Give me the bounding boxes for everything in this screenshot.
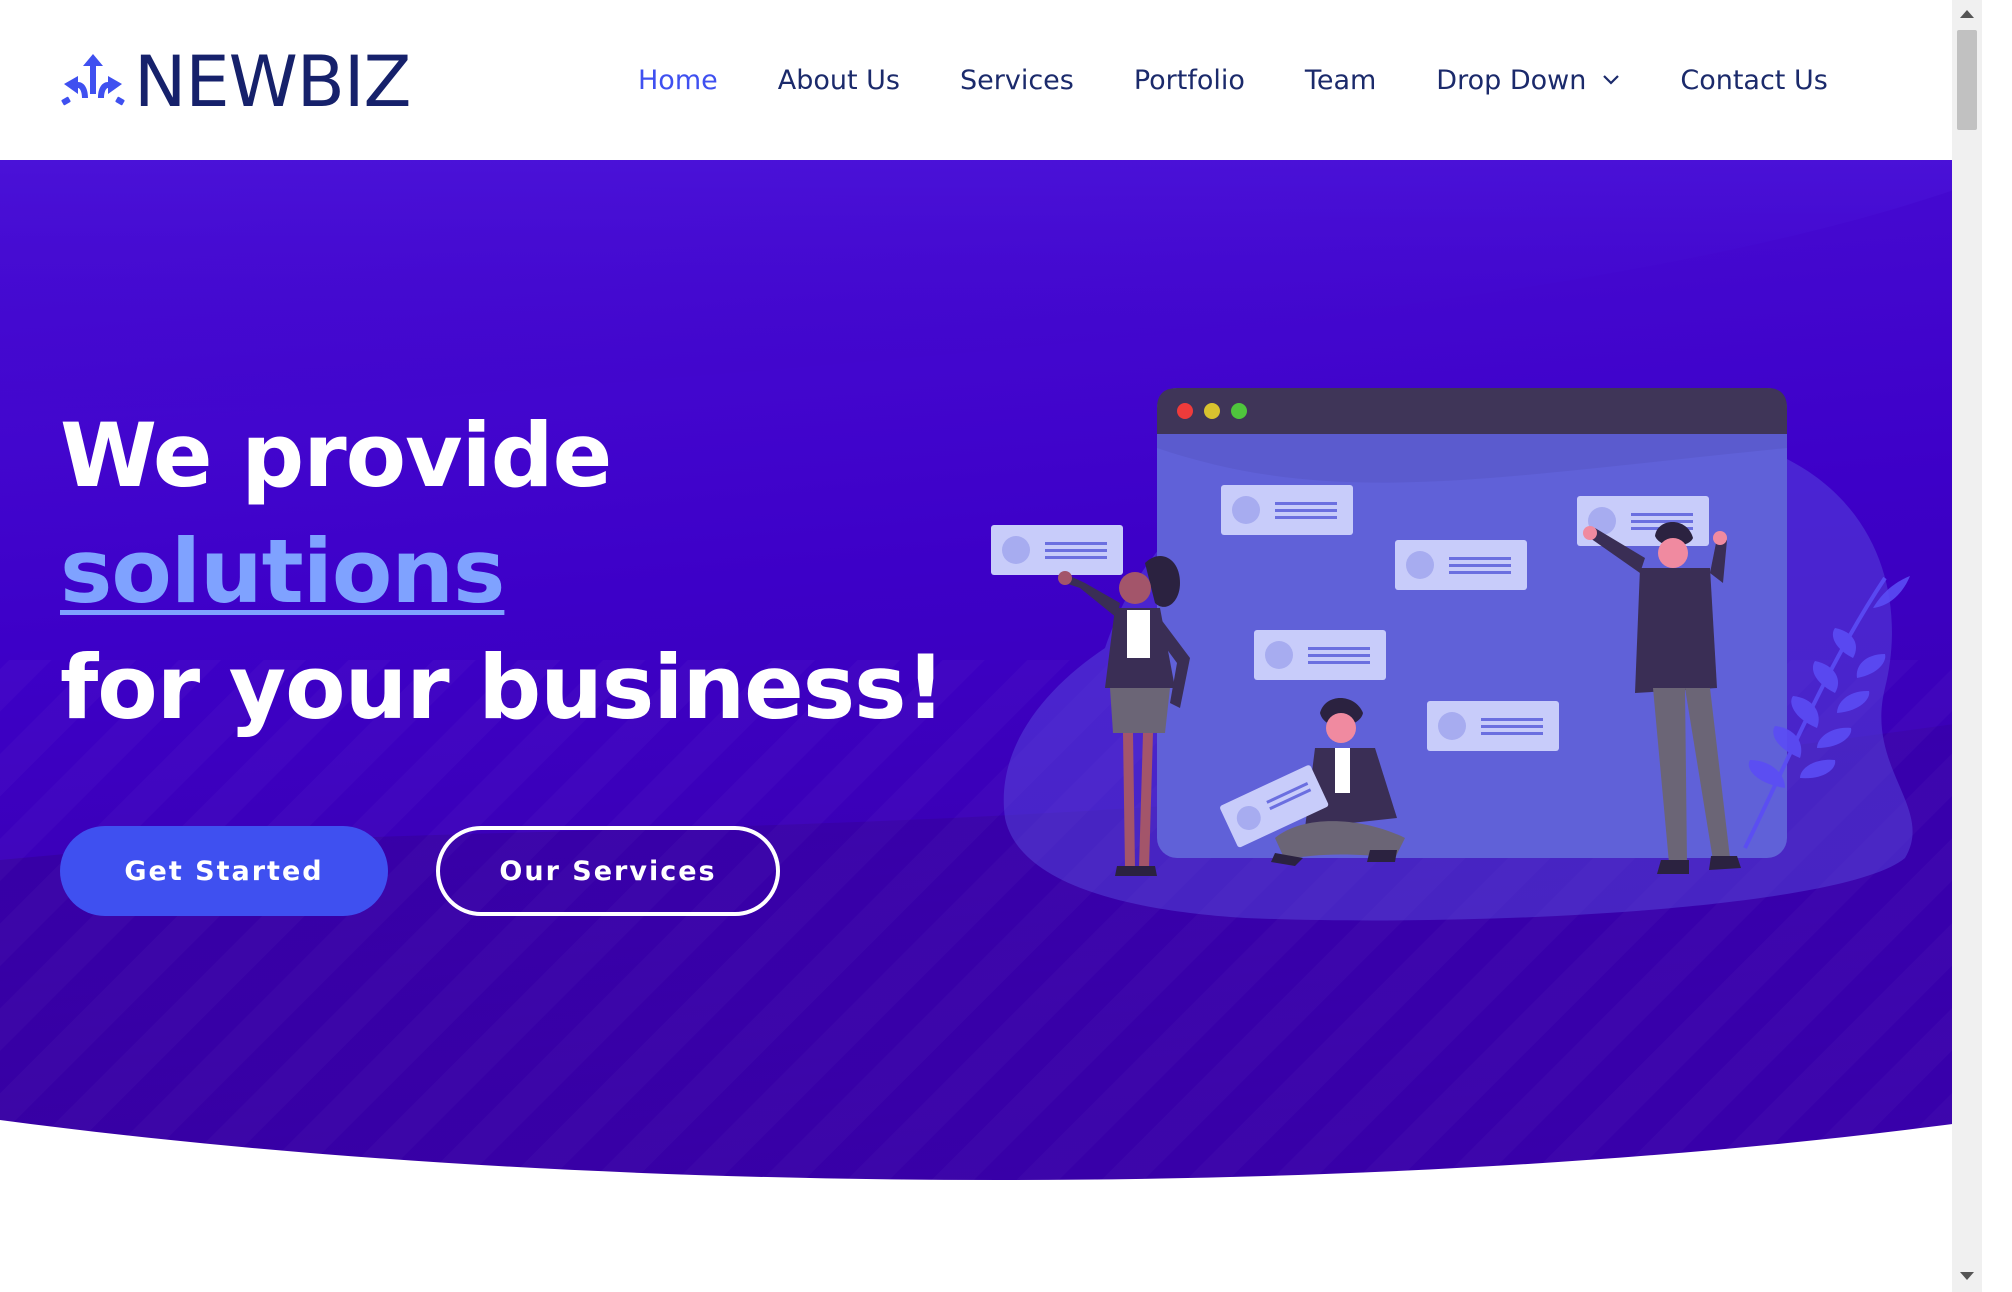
logo[interactable]: NEWBIZ [60, 41, 411, 123]
page: NEWBIZ Home About Us Services Portfolio … [0, 0, 1982, 1292]
site-header: NEWBIZ Home About Us Services Portfolio … [0, 0, 1982, 160]
headline-accent-word: solutions [60, 520, 505, 623]
scroll-thumb[interactable] [1957, 30, 1977, 130]
our-services-button[interactable]: Our Services [436, 826, 780, 916]
nav-item-services[interactable]: Services [960, 55, 1074, 105]
profile-card [1427, 701, 1559, 751]
nav-label: Team [1304, 64, 1377, 96]
chevron-down-icon [1603, 75, 1620, 85]
nav-item-home[interactable]: Home [638, 55, 718, 105]
nav-item-team[interactable]: Team [1305, 55, 1376, 105]
nav-item-drop-down[interactable]: Drop Down [1436, 55, 1620, 105]
nav-item-contact-us[interactable]: Contact Us [1680, 55, 1827, 105]
headline-line-1: We provide [60, 404, 612, 507]
scroll-down-arrow-icon[interactable] [1960, 1272, 1974, 1280]
window-dot-red [1177, 403, 1193, 419]
brand-name: NEWBIZ [134, 41, 411, 123]
arrows-split-icon [61, 54, 125, 106]
nav-label: Drop Down [1436, 64, 1587, 96]
nav-label: Contact Us [1680, 64, 1828, 96]
hero-headline: We provide solutions for your business! [60, 398, 946, 746]
page-scrollbar[interactable] [1952, 0, 1982, 1292]
nav-label: Portfolio [1133, 64, 1245, 96]
profile-card [991, 525, 1123, 575]
get-started-button[interactable]: Get Started [60, 826, 388, 916]
scroll-up-arrow-icon[interactable] [1960, 10, 1974, 18]
hero-illustration [991, 388, 1913, 921]
nav-item-portfolio[interactable]: Portfolio [1134, 55, 1245, 105]
profile-card [1395, 540, 1527, 590]
profile-card [1254, 630, 1386, 680]
nav-label: Home [638, 64, 718, 96]
nav-label: Services [959, 64, 1074, 96]
hero-section: We provide solutions for your business! … [0, 160, 1982, 1200]
nav-label: About Us [777, 64, 900, 96]
window-dot-green [1231, 403, 1247, 419]
window-dot-yellow [1204, 403, 1220, 419]
nav-item-about-us[interactable]: About Us [778, 55, 900, 105]
headline-line-3: for your business! [60, 636, 946, 739]
profile-card [1221, 485, 1353, 535]
main-nav: Home About Us Services Portfolio Team Dr… [638, 55, 1828, 105]
